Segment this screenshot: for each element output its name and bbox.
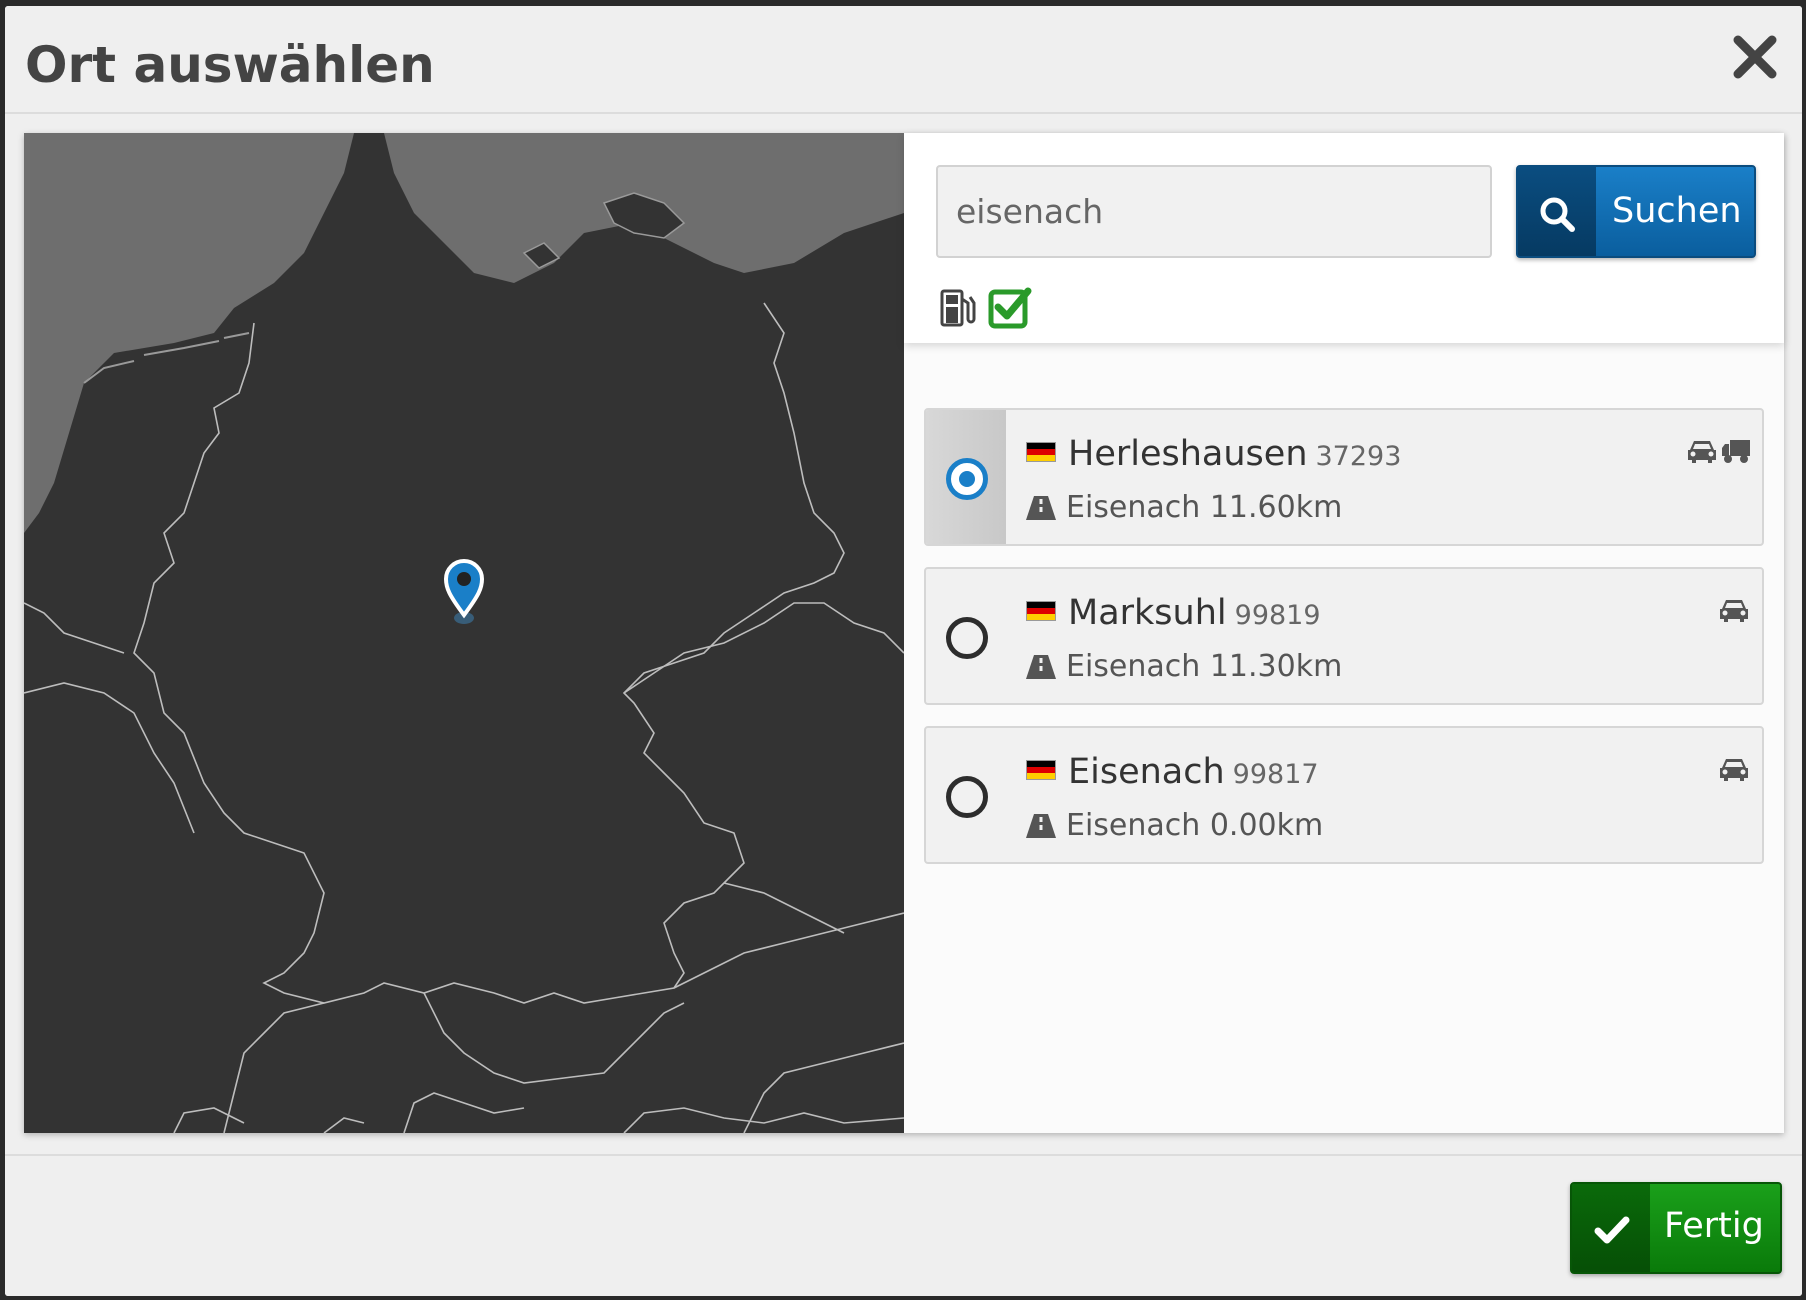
dialog-header: Ort auswählen xyxy=(5,6,1802,114)
de-flag-icon xyxy=(1026,601,1056,621)
result-city: Eisenach xyxy=(1068,752,1225,792)
de-flag-icon xyxy=(1026,760,1056,780)
search-panel: Suchen xyxy=(904,133,1784,343)
result-name: Marksuhl 99819 xyxy=(1068,593,1321,633)
results-panel: Suchen xyxy=(904,133,1784,1133)
done-button-icon-part xyxy=(1572,1184,1650,1272)
road-icon xyxy=(1026,496,1056,520)
result-zip: 99819 xyxy=(1234,600,1321,631)
result-zip: 37293 xyxy=(1315,441,1402,472)
close-x-icon xyxy=(1733,35,1777,79)
result-radio-column xyxy=(926,728,1006,862)
country-borders xyxy=(24,302,904,1133)
result-distance: Eisenach 11.30km xyxy=(1066,649,1343,684)
map-view[interactable] xyxy=(24,133,904,1133)
car-icon xyxy=(1688,441,1716,463)
search-button-icon-part xyxy=(1518,167,1596,256)
result-city: Herleshausen xyxy=(1068,434,1308,474)
search-button-label: Suchen xyxy=(1612,191,1742,231)
checkmark-icon xyxy=(1594,1216,1630,1244)
result-radio-selected[interactable] xyxy=(946,458,988,500)
search-input[interactable] xyxy=(936,165,1492,258)
search-button[interactable]: Suchen xyxy=(1516,165,1756,258)
car-icon xyxy=(1720,759,1748,781)
result-radio-column xyxy=(926,410,1006,544)
result-city: Marksuhl xyxy=(1068,593,1227,633)
location-marker-icon[interactable] xyxy=(443,559,485,624)
truck-icon xyxy=(1722,440,1750,463)
dialog-title: Ort auswählen xyxy=(25,36,435,94)
result-distance: Eisenach 11.60km xyxy=(1066,490,1343,525)
north-sea xyxy=(24,133,354,533)
result-item-herleshausen[interactable]: Herleshausen 37293 Eisenach 11.60km xyxy=(924,408,1764,546)
car-icon xyxy=(1720,600,1748,622)
dialog-body: Suchen xyxy=(24,133,1784,1133)
result-name: Eisenach 99817 xyxy=(1068,752,1319,792)
germany-map xyxy=(24,133,904,1133)
result-zip: 99817 xyxy=(1232,759,1319,790)
dialog-footer: Fertig xyxy=(5,1154,1802,1296)
result-name: Herleshausen 37293 xyxy=(1068,434,1401,474)
result-item-marksuhl[interactable]: Marksuhl 99819 Eisenach 11.30km xyxy=(924,567,1764,705)
location-dialog: Ort auswählen eisenach Suchen Herleshaus… xyxy=(5,6,1802,1296)
fuel-filter-checkbox[interactable] xyxy=(988,285,1032,329)
done-button-label: Fertig xyxy=(1664,1206,1764,1246)
result-radio[interactable] xyxy=(946,617,988,659)
result-radio-column xyxy=(926,569,1006,703)
search-icon xyxy=(1540,197,1575,232)
close-button[interactable] xyxy=(1730,32,1780,82)
result-item-eisenach[interactable]: Eisenach 99817 Eisenach 0.00km xyxy=(924,726,1764,864)
done-button[interactable]: Fertig xyxy=(1570,1182,1782,1274)
de-flag-icon xyxy=(1026,442,1056,462)
road-icon xyxy=(1026,814,1056,838)
road-icon xyxy=(1026,655,1056,679)
result-radio[interactable] xyxy=(946,776,988,818)
fuel-pump-icon[interactable] xyxy=(940,289,976,327)
result-distance: Eisenach 0.00km xyxy=(1066,808,1324,843)
